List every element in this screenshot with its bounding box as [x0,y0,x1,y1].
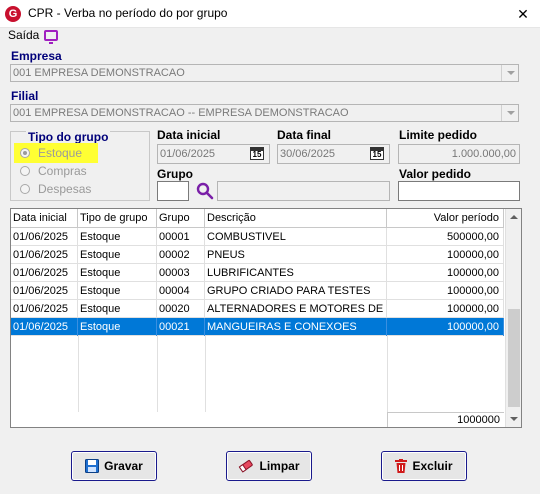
chevron-down-icon[interactable] [501,105,518,121]
grupo-label: Grupo [157,167,193,181]
limpar-button[interactable]: Limpar [226,451,312,481]
cell-valor-periodo: 100000,00 [387,318,504,336]
chevron-down-icon[interactable] [501,65,518,81]
cell-grupo: 00021 [157,318,205,336]
cell-grupo: 00001 [157,228,205,246]
gravar-button[interactable]: Gravar [71,451,157,481]
radio-estoque[interactable] [20,148,30,158]
data-inicial-value: 01/06/2025 [160,148,216,160]
radio-compras-label[interactable]: Compras [38,164,87,178]
cell-valor-periodo: 100000,00 [387,282,504,300]
limite-pedido-field: 1.000.000,00 [398,144,520,164]
cell-descricao: GRUPO CRIADO PARA TESTES [205,282,387,300]
data-inicial-label: Data inicial [157,128,221,142]
excluir-button[interactable]: Excluir [381,451,467,481]
menu-item-saida[interactable]: Saída [8,28,39,42]
cell-grupo: 00002 [157,246,205,264]
cell-grupo: 00004 [157,282,205,300]
cell-grupo: 00020 [157,300,205,318]
cell-tipo-grupo: Estoque [78,300,157,318]
window-title: CPR - Verba no período do por grupo [28,6,228,20]
cell-data-inicial: 01/06/2025 [11,264,78,282]
data-final-label: Data final [277,128,332,142]
column-divider [78,336,79,412]
vertical-scrollbar[interactable] [505,209,521,427]
cell-data-inicial: 01/06/2025 [11,228,78,246]
cell-data-inicial: 01/06/2025 [11,282,78,300]
cell-descricao: COMBUSTIVEL [205,228,387,246]
calendar-icon[interactable]: 15 [250,147,264,160]
cell-tipo-grupo: Estoque [78,318,157,336]
verba-grid[interactable]: Data inicial Tipo de grupo Grupo Descriç… [10,208,522,428]
limpar-label: Limpar [259,459,300,473]
cell-descricao: PNEUS [205,246,387,264]
empresa-label: Empresa [11,49,62,63]
gravar-label: Gravar [104,459,143,473]
cell-grupo: 00003 [157,264,205,282]
cell-data-inicial: 01/06/2025 [11,318,78,336]
monitor-icon[interactable] [44,30,58,44]
column-divider [157,336,158,412]
column-header-valor-periodo[interactable]: Valor período [387,209,504,228]
filial-select[interactable]: 001 EMPRESA DEMONSTRACAO -- EMPRESA DEMO… [10,104,519,122]
valor-pedido-label: Valor pedido [399,167,472,181]
cell-tipo-grupo: Estoque [78,282,157,300]
scroll-down-icon[interactable] [506,411,521,427]
cell-valor-periodo: 100000,00 [387,300,504,318]
cell-valor-periodo: 100000,00 [387,264,504,282]
empresa-select[interactable]: 001 EMPRESA DEMONSTRACAO [10,64,519,82]
column-header-grupo[interactable]: Grupo [157,209,205,228]
eraser-icon [239,459,254,473]
cell-descricao: MANGUEIRAS E CONEXOES [205,318,387,336]
calendar-day: 15 [372,150,382,159]
excluir-label: Excluir [412,459,453,473]
search-icon[interactable] [196,182,214,200]
radio-despesas[interactable] [20,184,30,194]
cell-valor-periodo: 100000,00 [387,246,504,264]
tipo-grupo-label: Tipo do grupo [26,130,111,144]
table-row[interactable]: 01/06/2025 Estoque 00001 COMBUSTIVEL 500… [11,228,504,246]
close-button[interactable]: ✕ [508,2,538,26]
empresa-value: 001 EMPRESA DEMONSTRACAO [13,67,185,79]
cell-tipo-grupo: Estoque [78,246,157,264]
scroll-up-icon[interactable] [506,209,521,225]
cell-tipo-grupo: Estoque [78,228,157,246]
trash-icon [395,459,408,473]
column-header-data-inicial[interactable]: Data inicial [11,209,78,228]
app-logo-icon: G [5,6,21,22]
calendar-icon[interactable]: 15 [370,147,384,160]
filial-value: 001 EMPRESA DEMONSTRACAO -- EMPRESA DEMO… [13,107,349,119]
limite-pedido-label: Limite pedido [399,128,477,142]
column-header-tipo-grupo[interactable]: Tipo de grupo [78,209,157,228]
limite-pedido-value: 1.000.000,00 [451,148,516,160]
filial-label: Filial [11,89,39,103]
column-header-descricao[interactable]: Descrição [205,209,387,228]
table-row[interactable]: 01/06/2025 Estoque 00020 ALTERNADORES E … [11,300,504,318]
table-row[interactable]: 01/06/2025 Estoque 00004 GRUPO CRIADO PA… [11,282,504,300]
valor-pedido-input[interactable] [398,181,520,201]
data-final-value: 30/06/2025 [280,148,336,160]
column-divider [205,336,206,412]
grid-total: 1000000 [387,412,504,427]
table-row-selected[interactable]: 01/06/2025 Estoque 00021 MANGUEIRAS E CO… [11,318,504,336]
grupo-description-field [217,181,390,201]
radio-despesas-label[interactable]: Despesas [38,182,91,196]
column-divider [387,336,388,412]
cell-descricao: LUBRIFICANTES [205,264,387,282]
grupo-code-input[interactable] [157,181,189,201]
cell-tipo-grupo: Estoque [78,264,157,282]
radio-compras[interactable] [20,166,30,176]
cell-descricao: ALTERNADORES E MOTORES DE P... [205,300,387,318]
cell-data-inicial: 01/06/2025 [11,300,78,318]
calendar-day: 15 [252,150,262,159]
save-icon [85,459,100,473]
grid-header: Data inicial Tipo de grupo Grupo Descriç… [11,209,504,228]
table-row[interactable]: 01/06/2025 Estoque 00002 PNEUS 100000,00 [11,246,504,264]
cell-data-inicial: 01/06/2025 [11,246,78,264]
cell-valor-periodo: 500000,00 [387,228,504,246]
radio-estoque-label[interactable]: Estoque [38,146,82,160]
scroll-thumb[interactable] [508,309,520,407]
table-row[interactable]: 01/06/2025 Estoque 00003 LUBRIFICANTES 1… [11,264,504,282]
